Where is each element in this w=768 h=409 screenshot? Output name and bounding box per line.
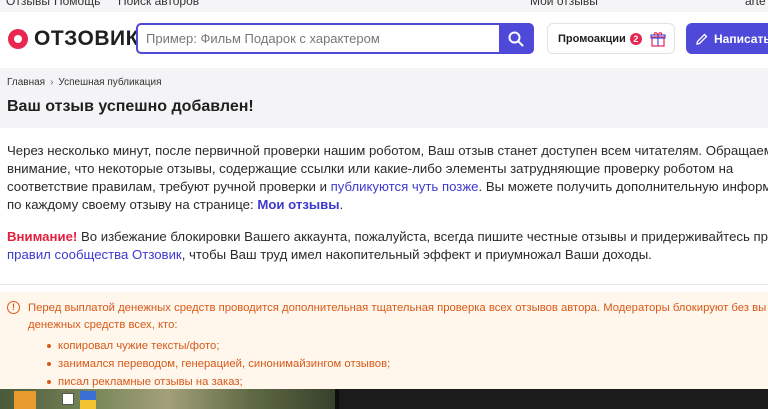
info-line-2: внимание, что некоторые отзывы, содержащ… [7,161,734,176]
search-box [136,23,534,54]
top-nav-bar: Отзывы Помощь Поиск авторов Мои отзывы a… [0,0,768,12]
top-link-help[interactable]: Помощь [54,0,100,8]
breadcrumb-current: Успешная публикация [58,77,162,88]
promo-label: Промоакции [558,32,626,45]
breadcrumb-home[interactable]: Главная [7,77,45,88]
breadcrumb-separator: › [50,77,54,88]
main-content: Через несколько минут, после первичной п… [7,142,768,264]
list-item: копировал чужие тексты/фото; [28,337,390,355]
top-link-my-reviews[interactable]: Мои отзывы [530,0,598,8]
attention-paragraph: Внимание! Во избежание блокировки Вашего… [7,228,768,264]
search-button[interactable] [499,25,532,52]
write-review-button[interactable]: Написать [686,23,768,54]
attention-label: Внимание! [7,229,78,244]
flag-shortcut-icon[interactable] [80,391,96,409]
logo-icon [8,29,28,49]
shortcut-arrow-icon [62,393,74,405]
warning-line-2: денежных средств всех, кто: [28,319,178,331]
section-divider [0,284,768,285]
exclamation-circle-icon: ! [7,301,20,314]
info-line-4: по каждому своему отзыву на странице: [7,197,258,212]
gift-icon [650,31,666,47]
list-item: занимался переводом, генерацией, синоним… [28,355,390,373]
published-later-link[interactable]: публикуются чуть позже [331,179,479,194]
logo-text: ОТЗОВИК [34,27,139,50]
community-rules-link[interactable]: правил сообщества Отзовик [7,247,182,262]
site-logo[interactable]: ОТЗОВИК [8,27,139,51]
warning-text: Перед выплатой денежных средств проводит… [28,300,768,334]
folder-shortcut-icon[interactable] [14,391,36,409]
info-paragraph: Через несколько минут, после первичной п… [7,142,768,214]
search-icon [508,31,523,46]
attention-line-2-end: , чтобы Ваш труд имел накопительный эффе… [181,247,652,262]
promo-count-badge: 2 [629,32,642,45]
warning-line-1: Перед выплатой денежных средств проводит… [28,302,767,314]
top-link-reviews[interactable]: Отзывы [6,0,50,8]
page-title: Ваш отзыв успешно добавлен! [7,98,254,115]
info-line-3: соответствие правилам, требуют ручной пр… [7,179,331,194]
strip-divider [335,389,339,409]
landscape-photo [0,389,335,409]
warning-list: копировал чужие тексты/фото; занимался п… [28,337,390,391]
top-link-authors[interactable]: Поиск авторов [118,0,199,8]
info-line-3-end: . Вы можете получить дополнительную инфо… [478,179,768,194]
write-review-label: Написать [714,31,768,46]
pencil-icon [696,33,708,45]
username[interactable]: arte [745,0,766,8]
search-input[interactable] [138,25,514,52]
attention-line-1: Во избежание блокировки Вашего аккаунта,… [77,229,768,244]
promo-button[interactable]: Промоакции 2 [547,23,675,54]
info-line-4-end: . [339,197,344,212]
breadcrumb: Главная › Успешная публикация [7,77,161,88]
bottom-image-strip [0,389,768,409]
my-reviews-link[interactable]: Мои отзывы [257,197,339,212]
info-line-1: Через несколько минут, после первичной п… [7,143,768,158]
